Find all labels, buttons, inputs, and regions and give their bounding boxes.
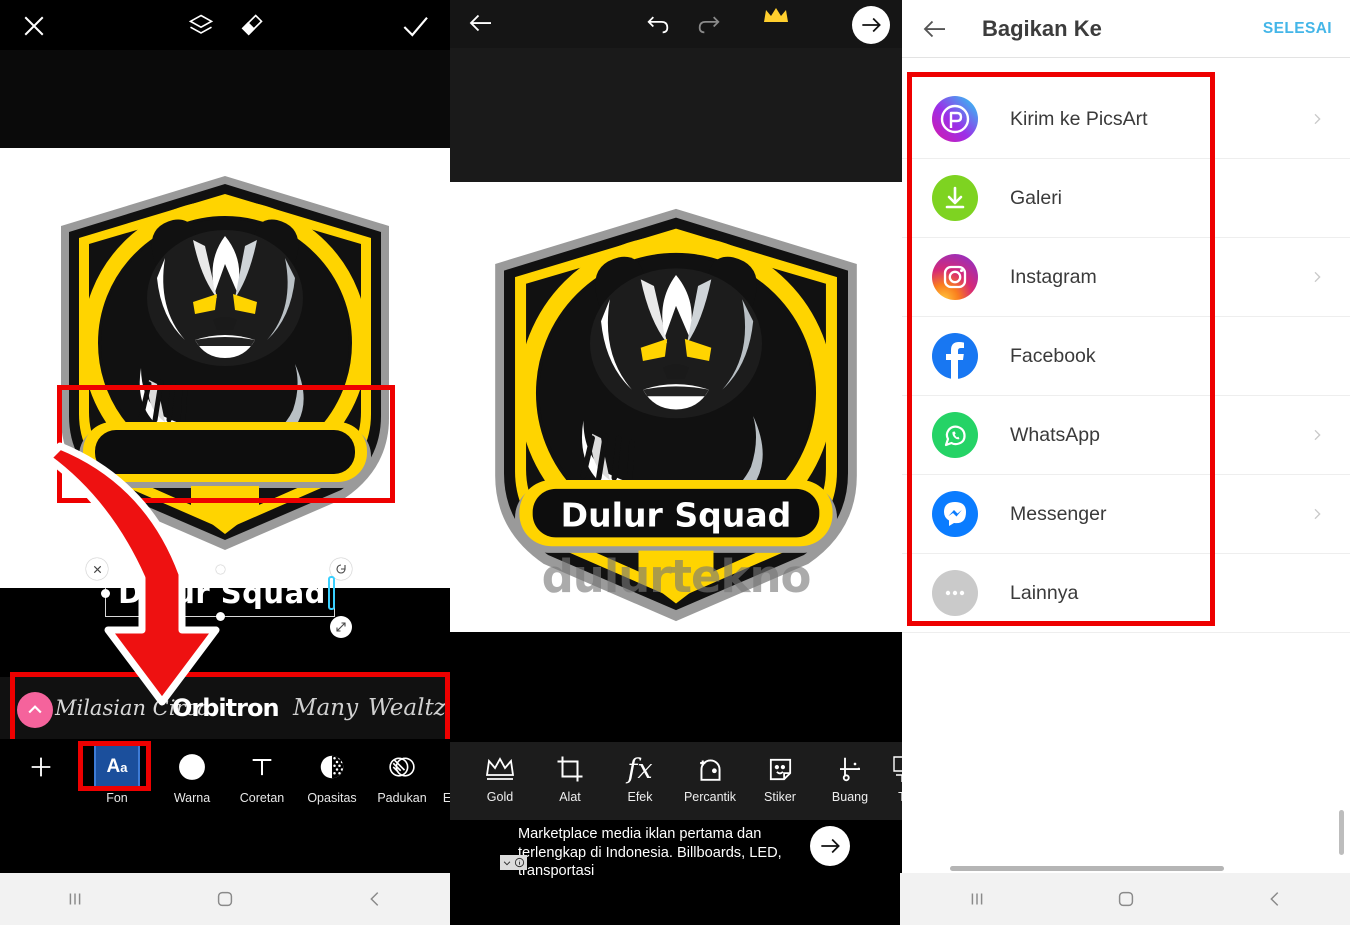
watermark-text: dulurtekno [541,550,812,603]
android-nav-panel3 [902,873,1350,925]
back-icon[interactable] [345,884,405,914]
text-handle-left[interactable] [101,589,110,598]
p1-topbar [0,0,450,50]
tool-gold-label: Gold [486,790,514,804]
tool-percantik[interactable]: Percantik [675,748,745,804]
tool-percantik-label: Percantik [683,790,737,804]
ad-info-badge[interactable] [500,855,527,870]
tool-opasitas-label: Opasitas [307,791,357,805]
tool-buang-label: Buang [831,790,869,804]
tool-warna[interactable]: Warna [159,745,225,805]
highlight-font-bar [10,672,450,744]
stroke-t-icon [229,745,295,789]
back-arrow-icon[interactable] [920,14,950,44]
p2-main-toolbar: Gold Alat fx Efek Percantik Stiker Buang… [450,742,902,820]
tool-gold[interactable]: Gold [465,748,535,804]
chevron-right-icon[interactable] [1309,427,1325,443]
fx-icon: fx [627,753,653,785]
redo-icon[interactable] [695,9,725,39]
text-caret [328,576,335,610]
add-layer-button[interactable] [8,745,74,789]
page-title: Bagikan Ke [982,16,1102,41]
ad-cta-button[interactable] [810,826,850,866]
share-header: Bagikan Ke SELESAI [902,0,1350,58]
tool-clipped-efek[interactable]: E [437,745,450,805]
back-arrow-icon[interactable] [466,8,498,40]
crown-icon [764,8,788,22]
tool-alat-label: Alat [559,790,581,804]
text-handle-top[interactable] [216,565,225,574]
chevron-right-icon[interactable] [1309,269,1325,285]
highlight-share-list [907,72,1215,626]
beautify-face-icon [675,748,745,790]
highlight-text-object [57,385,395,503]
vertical-scrollbar[interactable] [1339,810,1344,855]
p1-canvas-letterbox-top [0,50,450,148]
eraser-icon[interactable] [235,10,267,42]
opacity-icon [299,745,365,789]
tool-fon-label: Fon [106,791,128,805]
canvas-text-object[interactable]: Dulur Squad [108,573,336,613]
back-icon[interactable] [1245,884,1305,914]
undo-icon[interactable] [644,9,674,39]
chevron-right-icon[interactable] [1309,506,1325,522]
p2-letterbox-top [450,48,902,182]
text-delete-handle[interactable] [86,558,108,580]
effects-icon [437,745,450,789]
p2-bottom-letterbox [450,632,902,742]
panel-text-editor: Dulur Squad Milasian Circa Orbitron Many… [0,0,450,925]
tool-opasitas[interactable]: Opasitas [299,745,365,805]
tool-stiker-label: Stiker [764,790,796,804]
ad-banner-text: Marketplace media iklan pertama dan terl… [518,826,782,879]
tool-alat[interactable]: Alat [535,748,605,804]
p2-preview-canvas[interactable]: Dulur Squad dulurtekno [450,182,902,632]
home-icon[interactable] [195,884,255,914]
color-circle-icon [159,745,225,789]
recents-icon[interactable] [947,884,1007,914]
tool-clipped-label: E [442,791,450,805]
ad-banner[interactable]: Marketplace media iklan pertama dan terl… [450,820,902,879]
tool-coretan[interactable]: Coretan [229,745,295,805]
svg-text:Dulur Squad: Dulur Squad [561,495,792,534]
horizontal-scrollbar[interactable] [950,866,1224,871]
text-icon [884,748,902,790]
tool-coretan-label: Coretan [239,791,285,805]
remove-icon [815,748,885,790]
android-nav-panel1 [0,873,450,925]
tool-efek[interactable]: fx Efek [605,748,675,805]
blend-icon [369,745,435,789]
p2-topbar [450,0,902,48]
close-icon[interactable] [18,10,50,42]
confirm-check-icon[interactable] [398,10,432,44]
tool-padukan-label: Padukan [377,791,427,805]
tool-warna-label: Warna [173,791,211,805]
font-panel-expand-button[interactable] [17,692,53,728]
crown-icon [465,748,535,790]
highlight-fon-button [78,741,151,791]
layers-icon[interactable] [185,10,217,42]
done-button[interactable]: SELESAI [1263,20,1332,38]
home-icon[interactable] [1096,884,1156,914]
next-export-button[interactable] [852,6,890,44]
p1-text-toolbar: Aa Fon Warna Coretan Opasitas Padukan E [0,739,450,821]
chevron-right-icon[interactable] [1309,111,1325,127]
tool-teks-label: T [898,790,902,804]
p1-edit-canvas[interactable]: Dulur Squad [0,148,450,638]
plus-icon [8,745,74,789]
text-handle-bottom[interactable] [216,612,225,621]
crop-tool-icon [535,748,605,790]
tool-buang[interactable]: Buang [815,748,885,804]
panel-editor-export: Dulur Squad dulurtekno Gold Alat fx Efek… [450,0,902,925]
three-panel-tutorial-screenshot: Dulur Squad Milasian Circa Orbitron Many… [0,0,1350,925]
text-resize-handle[interactable] [330,616,352,638]
tool-padukan[interactable]: Padukan [369,745,435,805]
tool-teks-clipped[interactable]: T [884,748,902,804]
recents-icon[interactable] [45,884,105,914]
tool-stiker[interactable]: Stiker [745,748,815,804]
p1-bottom-filler [0,821,450,873]
sticker-icon [745,748,815,790]
tool-efek-label: Efek [627,790,653,804]
